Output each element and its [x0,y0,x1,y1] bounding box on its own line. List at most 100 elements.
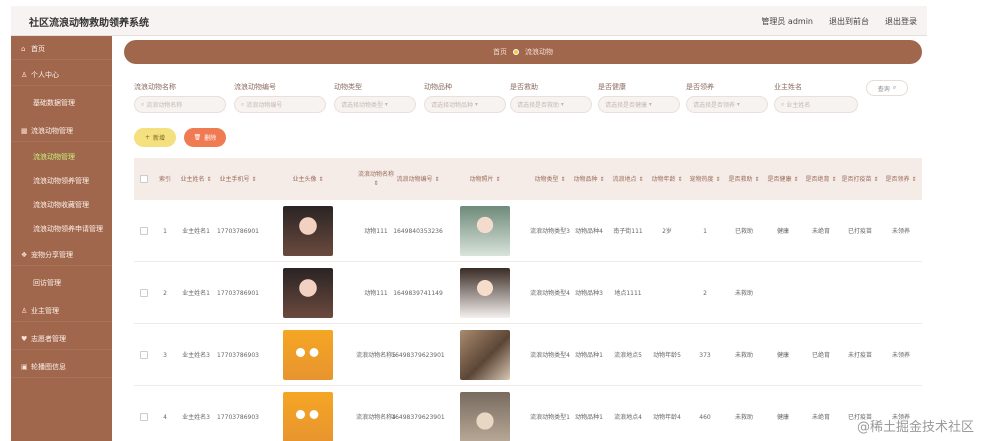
cell-index: 4 [163,413,167,421]
column-header[interactable]: 业主姓名 ⇕ [176,158,216,200]
row-checkbox[interactable] [140,227,148,235]
top-bar: 社区流浪动物救助领养系统 管理员 admin 退出到前台 退出登录 [11,6,927,36]
cell-age [648,262,686,324]
add-button[interactable]: + 新增 [134,128,176,147]
sidebar-item-base-data[interactable]: 基础数据管理 [11,92,112,114]
table-row[interactable]: 2 业主姓名1 17703786901 动物111 1649839741149 … [134,262,922,324]
header-select-all[interactable] [134,158,154,200]
search-button[interactable]: 查询 ⌕ [866,80,908,96]
healthy-select[interactable]: 请选择是否健康 ▾ [598,96,680,113]
sidebar-item-profile[interactable]: ♙ 个人中心 [11,64,112,86]
delete-button[interactable]: 🗑 删除 [184,128,226,147]
cell-adopted: 未领养 [891,227,910,235]
sidebar-item-owner-manage[interactable]: ♙ 业主管理 [11,300,112,322]
cell-animal-type: 流浪动物类型1 [530,413,570,421]
filter-label: 是否健康 [598,83,626,91]
to-frontend-link[interactable]: 退出到前台 [829,16,869,27]
sidebar-item-stray-animal-manage[interactable]: 流浪动物管理 [11,146,112,168]
cell-rescued: 已救助 [734,227,753,235]
share-icon: ❖ [21,250,28,259]
filter-animal-breed: 动物品种 请选择动物品种 ▾ [424,82,506,113]
column-header[interactable]: 是否救助 ⇕ [724,158,764,200]
row-checkbox-cell[interactable] [134,262,154,324]
cell-owner-phone: 17703786903 [217,413,259,421]
cell-vaccine: 已打疫苗 [847,227,872,235]
animal-type-select[interactable]: 请选择动物类型 ▾ [334,96,416,113]
logout-link[interactable]: 退出登录 [885,16,917,27]
adopted-select[interactable]: 请选择是否领养 ▾ [686,96,768,113]
sidebar-item-visit-manage[interactable]: 回访管理 [11,272,112,294]
owner-name-input[interactable]: ⌕ 业主姓名 [774,96,858,113]
column-header[interactable]: 业主手机号 ⇕ [216,158,260,200]
grid-icon: ▦ [21,126,28,135]
cell-animal-name: 流浪动物名称4 [356,413,396,421]
cell-vaccine [840,262,880,324]
cell-animal-code: 1649839741149 [393,289,443,297]
column-header[interactable]: 是否绝育 ⇕ [802,158,840,200]
cell-animal-type: 流浪动物类型3 [530,227,570,235]
cell-animal-photo [440,262,530,324]
filter-owner-name: 业主姓名 ⌕ 业主姓名 [774,82,858,113]
row-checkbox[interactable] [140,413,148,421]
breadcrumb-home[interactable]: 首页 [493,47,507,57]
cell-owner-name: 业主姓名1 [182,289,210,297]
owner-avatar[interactable] [283,268,333,318]
cell-age: 2岁 [662,227,672,235]
column-header[interactable]: 动物品种 ⇕ [570,158,608,200]
column-header[interactable]: 动物类型 ⇕ [530,158,570,200]
cell-animal-breed: 动物品种3 [575,289,603,297]
animal-code-input[interactable]: ⌕ 流浪动物编号 [234,96,326,113]
column-header[interactable]: 是否打疫苗 ⇕ [840,158,880,200]
column-header[interactable]: 业主头像 ⇕ [260,158,356,200]
row-checkbox[interactable] [140,351,148,359]
column-header[interactable]: 流浪动物编号 ⇕ [396,158,440,200]
cell-index: 3 [163,351,167,359]
sidebar-item-pet-share[interactable]: ❖ 宠物分享管理 [11,244,112,266]
animal-photo[interactable] [460,268,510,318]
sidebar-item-adoption-apply-manage[interactable]: 流浪动物领养申请管理 [11,218,112,240]
owner-avatar[interactable] [283,330,333,380]
animal-photo[interactable] [460,392,510,441]
heart-icon: ♥ [21,334,28,343]
column-header[interactable]: 宠物热度 ⇕ [686,158,724,200]
animal-name-input[interactable]: ⌕ 流浪动物名称 [134,96,226,113]
row-checkbox-cell[interactable] [134,324,154,386]
filter-healthy: 是否健康 请选择是否健康 ▾ [598,82,680,113]
column-header[interactable]: 流浪动物名称 ⇕ [356,158,396,200]
filter-label: 动物品种 [424,83,452,91]
sidebar-item-carousel[interactable]: ▣ 轮播图信息 [11,356,112,378]
sidebar-item-volunteer-manage[interactable]: ♥ 志愿者管理 [11,328,112,350]
column-header[interactable]: 是否健康 ⇕ [764,158,802,200]
app-title: 社区流浪动物救助领养系统 [29,18,149,29]
breadcrumb: 首页 流浪动物 [124,40,922,64]
animal-photo[interactable] [460,206,510,256]
owner-avatar[interactable] [283,392,333,441]
table-row[interactable]: 1 业主姓名1 17703786901 动物111 1649840353236 … [134,200,922,262]
search-icon: ⌕ [892,84,897,91]
row-checkbox[interactable] [140,289,148,297]
sidebar-item-adoption-manage[interactable]: 流浪动物领养管理 [11,170,112,192]
owner-avatar[interactable] [283,206,333,256]
row-checkbox-cell[interactable] [134,386,154,441]
filter-label: 流浪动物编号 [234,83,276,91]
column-header[interactable]: 是否领养 ⇕ [880,158,922,200]
sidebar-item-home[interactable]: ⌂ 首页 [11,38,112,60]
cell-neutered: 未绝育 [811,413,830,421]
cell-heat: 2 [703,289,707,297]
table-row[interactable]: 3 业主姓名3 17703786903 流浪动物名称5 164983796239… [134,324,922,386]
cell-healthy [764,262,802,324]
column-header[interactable]: 流浪地点 ⇕ [608,158,648,200]
column-header[interactable]: 动物照片 ⇕ [440,158,530,200]
table-row[interactable]: 4 业主姓名3 17703786903 流浪动物名称4 164983796239… [134,386,922,441]
rescued-select[interactable]: 请选择是否救助 ▾ [510,96,592,113]
animal-photo[interactable] [460,330,510,380]
cell-healthy: 健康 [776,351,789,359]
filter-label: 是否救助 [510,83,538,91]
animal-breed-select[interactable]: 请选择动物品种 ▾ [424,96,506,113]
select-all-checkbox[interactable] [140,175,148,183]
column-header[interactable]: 动物年龄 ⇕ [648,158,686,200]
sidebar-item-favorites-manage[interactable]: 流浪动物收藏管理 [11,194,112,216]
row-checkbox-cell[interactable] [134,200,154,262]
sidebar-item-stray-animals[interactable]: ▦ 流浪动物管理 [11,120,112,142]
user-icon: ♙ [21,70,28,79]
